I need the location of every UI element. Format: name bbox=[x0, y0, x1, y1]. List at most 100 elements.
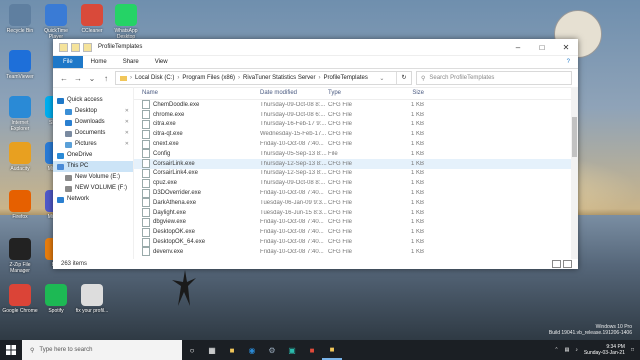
breadcrumb-drive[interactable]: Local Disk (C:) bbox=[135, 75, 174, 81]
details-view-icon[interactable] bbox=[552, 260, 561, 268]
file-row[interactable]: dbgview.exe Friday-10-Oct-08 7:40... CFG F… bbox=[134, 217, 578, 228]
refresh-icon[interactable]: ↻ bbox=[395, 72, 411, 84]
windows-watermark: Windows 10 Pro Build 19041.vb_release.19… bbox=[549, 324, 632, 336]
back-arrow-icon[interactable]: ← bbox=[59, 74, 69, 83]
file-row[interactable]: cnext.exe Friday-10-Oct-08 7:40... CFG Fil… bbox=[134, 139, 578, 149]
address-bar[interactable]: › Local Disk (C:) › Program Files (x86) … bbox=[115, 71, 412, 85]
large-icons-view-icon[interactable] bbox=[563, 260, 572, 268]
desktop-shortcut[interactable]: Firefox bbox=[2, 190, 38, 220]
file-row[interactable]: devenv.exe Friday-10-Oct-08 7:40... CFG Fi… bbox=[134, 247, 578, 257]
nav-item[interactable]: Desktop ✕ bbox=[53, 106, 133, 117]
file-row[interactable]: Daylight.exe Tuesday-16-Jun-15 8:3... CFG … bbox=[134, 208, 578, 218]
close-button[interactable]: ✕ bbox=[554, 43, 578, 52]
cortana-icon[interactable]: ○ bbox=[182, 340, 202, 360]
file-size: 1 KB bbox=[410, 209, 424, 216]
desktop-shortcut-label: Spotify bbox=[48, 308, 64, 314]
game-icon[interactable]: ■ bbox=[302, 340, 322, 360]
nav-item[interactable]: OneDrive bbox=[53, 150, 133, 161]
file-row[interactable]: DesktopOK_64.exe Friday-10-Oct-08 7:40...… bbox=[134, 237, 578, 247]
file-name: D3DOverrider.exe bbox=[153, 190, 202, 197]
search-input[interactable]: ⚲ Search ProfileTemplates bbox=[416, 71, 572, 85]
desktop-shortcut[interactable]: TeamViewer bbox=[2, 50, 38, 80]
file-explorer-icon[interactable]: ■ bbox=[222, 340, 242, 360]
desktop-shortcut[interactable]: Recycle Bin bbox=[2, 4, 38, 34]
file-row[interactable]: DarkAthena.exe Tuesday-06-Jan-09 9:3... CF… bbox=[134, 198, 578, 208]
nav-item[interactable]: NEW VOLUME (F:) bbox=[53, 183, 133, 194]
nav-item[interactable]: Pictures ✕ bbox=[53, 139, 133, 150]
properties-icon[interactable] bbox=[71, 42, 80, 52]
desktop-shortcut[interactable]: Google Chrome bbox=[2, 284, 38, 314]
desktop-shortcut[interactable]: Internet Explorer bbox=[2, 96, 38, 132]
desktop-shortcut[interactable]: CCleaner bbox=[74, 4, 110, 34]
column-type[interactable]: Type bbox=[328, 90, 384, 96]
nav-item[interactable]: Downloads ✕ bbox=[53, 117, 133, 128]
file-name: citra-qt.exe bbox=[153, 131, 183, 138]
column-name[interactable]: Name bbox=[134, 90, 260, 96]
minimize-button[interactable]: – bbox=[506, 43, 530, 52]
file-row[interactable]: CorsairLink.exe Thursday-12-Sep-13 8:... C… bbox=[134, 158, 578, 169]
nav-item[interactable]: New Volume (E:) bbox=[53, 172, 133, 183]
explorer-folder-icon[interactable]: ■ bbox=[322, 340, 342, 360]
forward-arrow-icon[interactable]: → bbox=[73, 74, 83, 83]
file-row[interactable]: chrome.exe Thursday-09-Oct-08 6:... CFG Fi… bbox=[134, 110, 578, 120]
file-explorer-window[interactable]: ProfileTemplates – □ ✕ File Home Share V… bbox=[53, 39, 578, 269]
breadcrumb-profiletemplates[interactable]: ProfileTemplates bbox=[324, 75, 368, 81]
desktop-shortcut[interactable]: Z-Zip File Manager bbox=[2, 238, 38, 274]
new-folder-icon[interactable] bbox=[83, 42, 92, 52]
file-row[interactable]: D3DOverrider.exe Friday-10-Oct-08 7:40...… bbox=[134, 188, 578, 198]
network-icon[interactable]: ▤ bbox=[565, 347, 570, 353]
help-icon[interactable]: ? bbox=[567, 59, 570, 65]
file-row[interactable]: DesktopOK.exe Friday-10-Oct-08 7:40... CFG… bbox=[134, 227, 578, 237]
nav-item[interactable]: Network bbox=[53, 194, 133, 205]
desktop-shortcut[interactable]: QuickTime Player bbox=[38, 4, 74, 40]
column-size[interactable]: Size bbox=[384, 90, 424, 96]
taskbar-search[interactable]: ⚲ Type here to search bbox=[22, 340, 182, 360]
notifications-icon[interactable]: □ bbox=[631, 347, 634, 353]
file-row[interactable]: citra.exe Thursday-16-Feb-17 9:... CFG Fil… bbox=[134, 119, 578, 130]
desktop-shortcut[interactable]: fix your profil... bbox=[74, 284, 110, 314]
file-row[interactable]: ChemDoodle.exe Thursday-09-Oct-08 8:... CF… bbox=[134, 100, 578, 110]
file-date: Thursday-09-Oct-08 8:... bbox=[260, 101, 326, 108]
vertical-scrollbar[interactable] bbox=[571, 87, 578, 259]
title-bar[interactable]: ProfileTemplates – □ ✕ bbox=[53, 39, 578, 56]
scroll-thumb[interactable] bbox=[572, 117, 577, 157]
nav-item[interactable]: Documents ✕ bbox=[53, 128, 133, 139]
edge-icon[interactable]: ◉ bbox=[242, 340, 262, 360]
pin-icon: ✕ bbox=[124, 119, 129, 125]
volume-icon[interactable]: ♪ bbox=[575, 347, 578, 353]
file-icon bbox=[142, 227, 150, 237]
nav-item[interactable]: Quick access bbox=[53, 95, 133, 106]
file-name-cell: CorsairLink.exe bbox=[134, 159, 260, 169]
desktop-shortcut[interactable]: WhatsApp Desktop bbox=[108, 4, 144, 40]
file-type: CFG File bbox=[328, 248, 352, 255]
store-icon[interactable]: ▣ bbox=[282, 340, 302, 360]
steam-icon[interactable]: ⚙ bbox=[262, 340, 282, 360]
maximize-button[interactable]: □ bbox=[530, 43, 554, 52]
column-date-modified[interactable]: Date modified bbox=[260, 90, 328, 96]
tray-chevron-icon[interactable]: ⌃ bbox=[554, 347, 558, 353]
breadcrumb-rivatuner[interactable]: RivaTuner Statistics Server bbox=[243, 75, 315, 81]
pin-icon: ✕ bbox=[124, 108, 129, 114]
file-row[interactable]: cpuz.exe Thursday-09-Oct-08 8:... CFG File… bbox=[134, 178, 578, 188]
file-type: CFG File bbox=[328, 180, 352, 187]
tab-home[interactable]: Home bbox=[83, 59, 115, 65]
file-icon bbox=[142, 100, 150, 110]
file-name: devenv.exe bbox=[153, 248, 184, 255]
desktop-shortcut[interactable]: Audacity bbox=[2, 142, 38, 172]
tab-view[interactable]: View bbox=[147, 59, 176, 65]
task-view-icon[interactable]: ▦ bbox=[202, 340, 222, 360]
up-arrow-icon[interactable]: ↑ bbox=[101, 74, 111, 83]
file-row[interactable]: citra-qt.exe Wednesday-15-Feb-17... CFG Fi… bbox=[134, 129, 578, 139]
file-row[interactable]: CorsairLink4.exe Thursday-12-Sep-13 8:...… bbox=[134, 168, 578, 179]
clock[interactable]: 9:34 PM Sunday-03-Jan-21 bbox=[584, 344, 625, 356]
start-button[interactable] bbox=[0, 340, 22, 360]
quick-access-toolbar[interactable] bbox=[53, 42, 92, 52]
breadcrumb-program-files[interactable]: Program Files (x86) bbox=[182, 75, 235, 81]
file-row[interactable]: Config Thursday-05-Sep-13 8:... File 1 KB bbox=[134, 149, 578, 159]
nav-item[interactable]: This PC bbox=[53, 161, 133, 172]
address-dropdown-icon[interactable]: ⌄ bbox=[379, 75, 384, 82]
tab-share[interactable]: Share bbox=[115, 59, 147, 65]
desktop-shortcut[interactable]: Spotify bbox=[38, 284, 74, 314]
recent-dropdown-icon[interactable]: ⌄ bbox=[87, 74, 97, 83]
tab-file[interactable]: File bbox=[53, 56, 83, 68]
